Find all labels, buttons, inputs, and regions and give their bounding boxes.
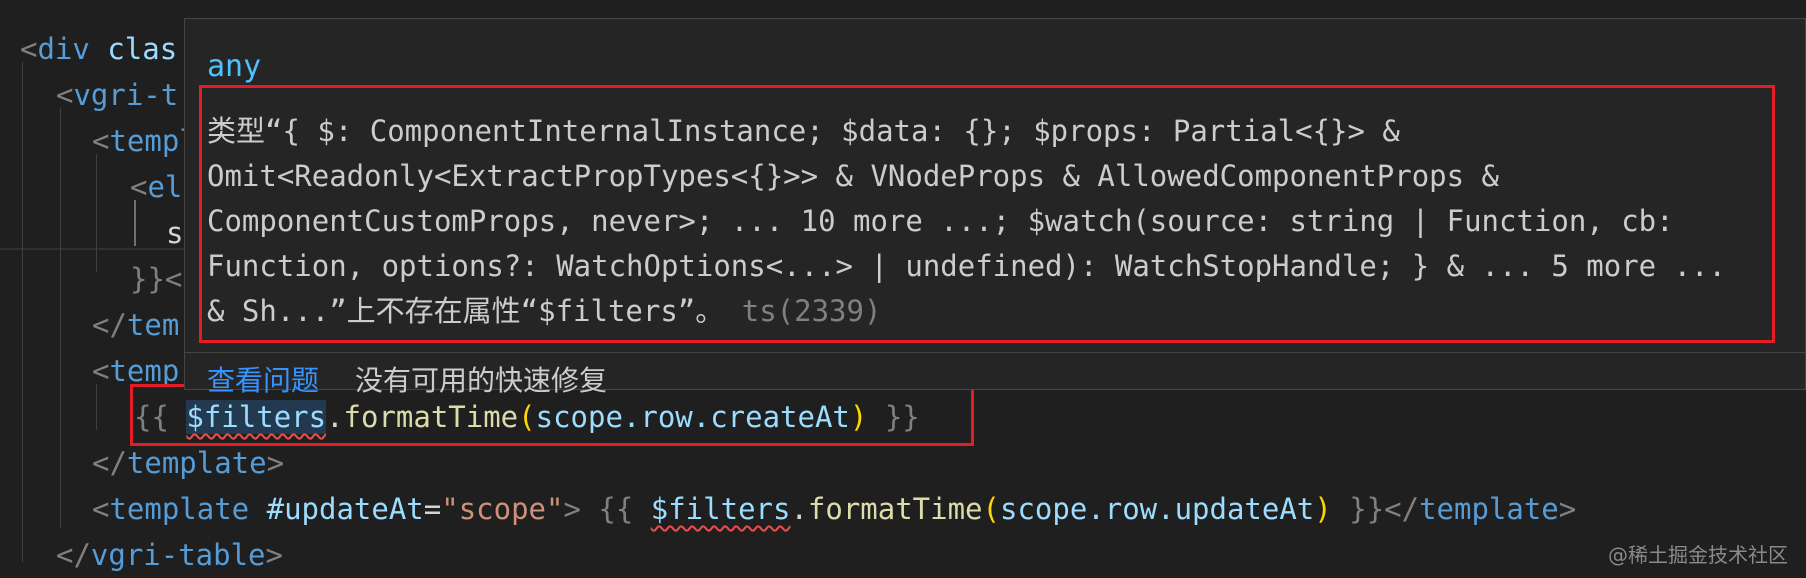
hover-actions: 查看问题 没有可用的快速修复 <box>207 360 607 402</box>
code-line-2[interactable]: <vgri-t <box>56 72 178 118</box>
code-line-5[interactable]: s <box>166 210 183 256</box>
code-line-6[interactable]: }}< <box>130 256 182 302</box>
hover-type-text: any <box>207 49 262 84</box>
code-line-11[interactable]: <template #updateAt="scope"> {{ $filters… <box>92 486 1576 532</box>
code-line-12[interactable]: </vgri-table> <box>56 532 283 578</box>
indent-guide <box>96 154 97 272</box>
hover-tooltip: any 类型“{ $: ComponentInternalInstance; $… <box>184 18 1806 397</box>
code-line-10[interactable]: </template> <box>92 440 284 486</box>
code-line-3[interactable]: <templ <box>92 118 197 164</box>
indent-guide <box>60 108 61 528</box>
indent-guide <box>22 62 23 562</box>
message-highlight-box <box>199 85 1775 343</box>
code-line-7[interactable]: </tem <box>92 302 179 348</box>
filters-error-token-2[interactable]: $filters <box>651 492 791 526</box>
hover-divider <box>185 352 1805 353</box>
code-line-1[interactable]: <div clas <box>20 26 177 72</box>
watermark: @稀土掘金技术社区 <box>1608 543 1788 567</box>
code-line-4[interactable]: <el <box>130 164 182 210</box>
view-problem-link[interactable]: 查看问题 <box>207 364 319 397</box>
no-quick-fix-label: 没有可用的快速修复 <box>355 364 608 397</box>
